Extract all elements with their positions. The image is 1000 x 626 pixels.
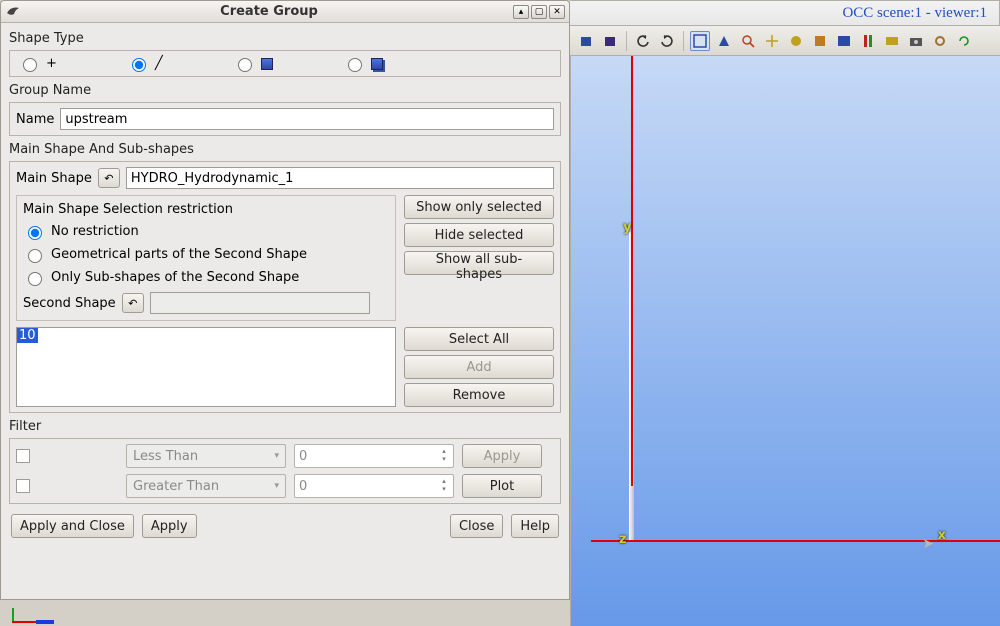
viewer-title: OCC scene:1 - viewer:1: [570, 0, 1000, 26]
filter-less-combo[interactable]: Less Than ▾: [126, 444, 286, 468]
pan-icon[interactable]: [762, 31, 782, 51]
filter-greater-checkbox[interactable]: [16, 479, 30, 493]
shape-type-vertex[interactable]: +: [18, 55, 57, 72]
second-shape-input[interactable]: [150, 292, 370, 314]
maximize-button[interactable]: ▢: [531, 5, 547, 19]
main-shape-section-label: Main Shape And Sub-shapes: [9, 142, 561, 157]
rotate-icon[interactable]: [810, 31, 830, 51]
shape-type-edge[interactable]: ╱: [127, 55, 163, 72]
restriction-group: Main Shape Selection restriction No rest…: [16, 195, 396, 321]
viewer-pane: OCC scene:1 - viewer:1 z: [570, 0, 1000, 626]
filter-less-checkbox[interactable]: [16, 449, 30, 463]
solid-icon: [371, 58, 383, 70]
cube-blue-icon[interactable]: [576, 31, 596, 51]
gear-icon[interactable]: [930, 31, 950, 51]
filter-label: Filter: [9, 419, 561, 434]
hide-selected-button[interactable]: Hide selected: [404, 223, 554, 247]
x-axis-arrow-icon: ➤: [922, 536, 934, 552]
restriction-geom-parts[interactable]: Geometrical parts of the Second Shape: [23, 246, 389, 263]
rollup-button[interactable]: ▴: [513, 5, 529, 19]
main-shape-label: Main Shape: [16, 171, 92, 186]
select-all-button[interactable]: Select All: [404, 327, 554, 351]
restriction-title: Main Shape Selection restriction: [23, 202, 389, 217]
group-name-label: Group Name: [9, 83, 561, 98]
group-name-input[interactable]: [60, 108, 554, 130]
clip-icon[interactable]: [882, 31, 902, 51]
x-axis-label: x: [938, 528, 946, 543]
zoom-icon[interactable]: [738, 31, 758, 51]
show-all-subshapes-button[interactable]: Show all sub-shapes: [404, 251, 554, 275]
apply-button[interactable]: Apply: [142, 514, 197, 538]
origin-label: z: [619, 532, 627, 547]
main-shape-input[interactable]: [126, 167, 554, 189]
shape-type-panel: + ╱: [9, 50, 561, 77]
trihedron-icon: [10, 608, 54, 624]
chevron-down-icon: ▾: [274, 451, 279, 461]
snapshot-icon[interactable]: [906, 31, 926, 51]
filter-plot-button[interactable]: Plot: [462, 474, 542, 498]
name-label: Name: [16, 112, 54, 127]
shape-type-face[interactable]: [233, 55, 273, 72]
filter-less-value[interactable]: 0 ▴▾: [294, 444, 454, 468]
create-group-dialog: Create Group ▴ ▢ ✕ Shape Type + ╱: [0, 0, 570, 600]
face-icon: [261, 58, 273, 70]
main-shape-pick-button[interactable]: ↶: [98, 168, 120, 188]
refresh-icon[interactable]: [954, 31, 974, 51]
fit-all-icon[interactable]: [690, 31, 710, 51]
restriction-none[interactable]: No restriction: [23, 223, 389, 240]
chevron-down-icon: ▾: [274, 481, 279, 491]
app-icon: [5, 4, 21, 20]
y-axis-line: [631, 56, 633, 486]
filter-apply-button[interactable]: Apply: [462, 444, 542, 468]
filter-greater-value[interactable]: 0 ▴▾: [294, 474, 454, 498]
show-only-selected-button[interactable]: Show only selected: [404, 195, 554, 219]
vertex-icon: +: [46, 56, 57, 71]
viewer-toolbar: [570, 26, 1000, 56]
undo-icon[interactable]: [633, 31, 653, 51]
list-item[interactable]: 10: [17, 328, 38, 343]
shape-type-solid[interactable]: [343, 55, 383, 72]
views-icon[interactable]: [858, 31, 878, 51]
close-window-button[interactable]: ✕: [549, 5, 565, 19]
edge-icon: ╱: [155, 56, 163, 71]
main-shape-panel: Main Shape ↶ Main Shape Selection restri…: [9, 161, 561, 413]
close-button[interactable]: Close: [450, 514, 503, 538]
group-name-panel: Name: [9, 102, 561, 136]
fit-area-icon[interactable]: [714, 31, 734, 51]
filter-greater-combo[interactable]: Greater Than ▾: [126, 474, 286, 498]
apply-and-close-button[interactable]: Apply and Close: [11, 514, 134, 538]
y-axis-label: y: [623, 220, 631, 235]
help-button[interactable]: Help: [511, 514, 559, 538]
dialog-titlebar[interactable]: Create Group ▴ ▢ ✕: [1, 1, 569, 23]
shape-type-label: Shape Type: [9, 31, 561, 46]
dialog-title: Create Group: [27, 4, 511, 19]
global-pan-icon[interactable]: [786, 31, 806, 51]
projection-icon[interactable]: [834, 31, 854, 51]
remove-button[interactable]: Remove: [404, 383, 554, 407]
redo-icon[interactable]: [657, 31, 677, 51]
add-button[interactable]: Add: [404, 355, 554, 379]
cube-dark-icon[interactable]: [600, 31, 620, 51]
filter-panel: Less Than ▾ 0 ▴▾ Apply Greater Than ▾: [9, 438, 561, 504]
restriction-sub-shapes[interactable]: Only Sub-shapes of the Second Shape: [23, 269, 389, 286]
occ-viewport[interactable]: z x y ➤: [570, 56, 1000, 626]
subshape-listbox[interactable]: 10: [16, 327, 396, 407]
second-shape-label: Second Shape: [23, 296, 116, 311]
second-shape-pick-button[interactable]: ↶: [122, 293, 144, 313]
